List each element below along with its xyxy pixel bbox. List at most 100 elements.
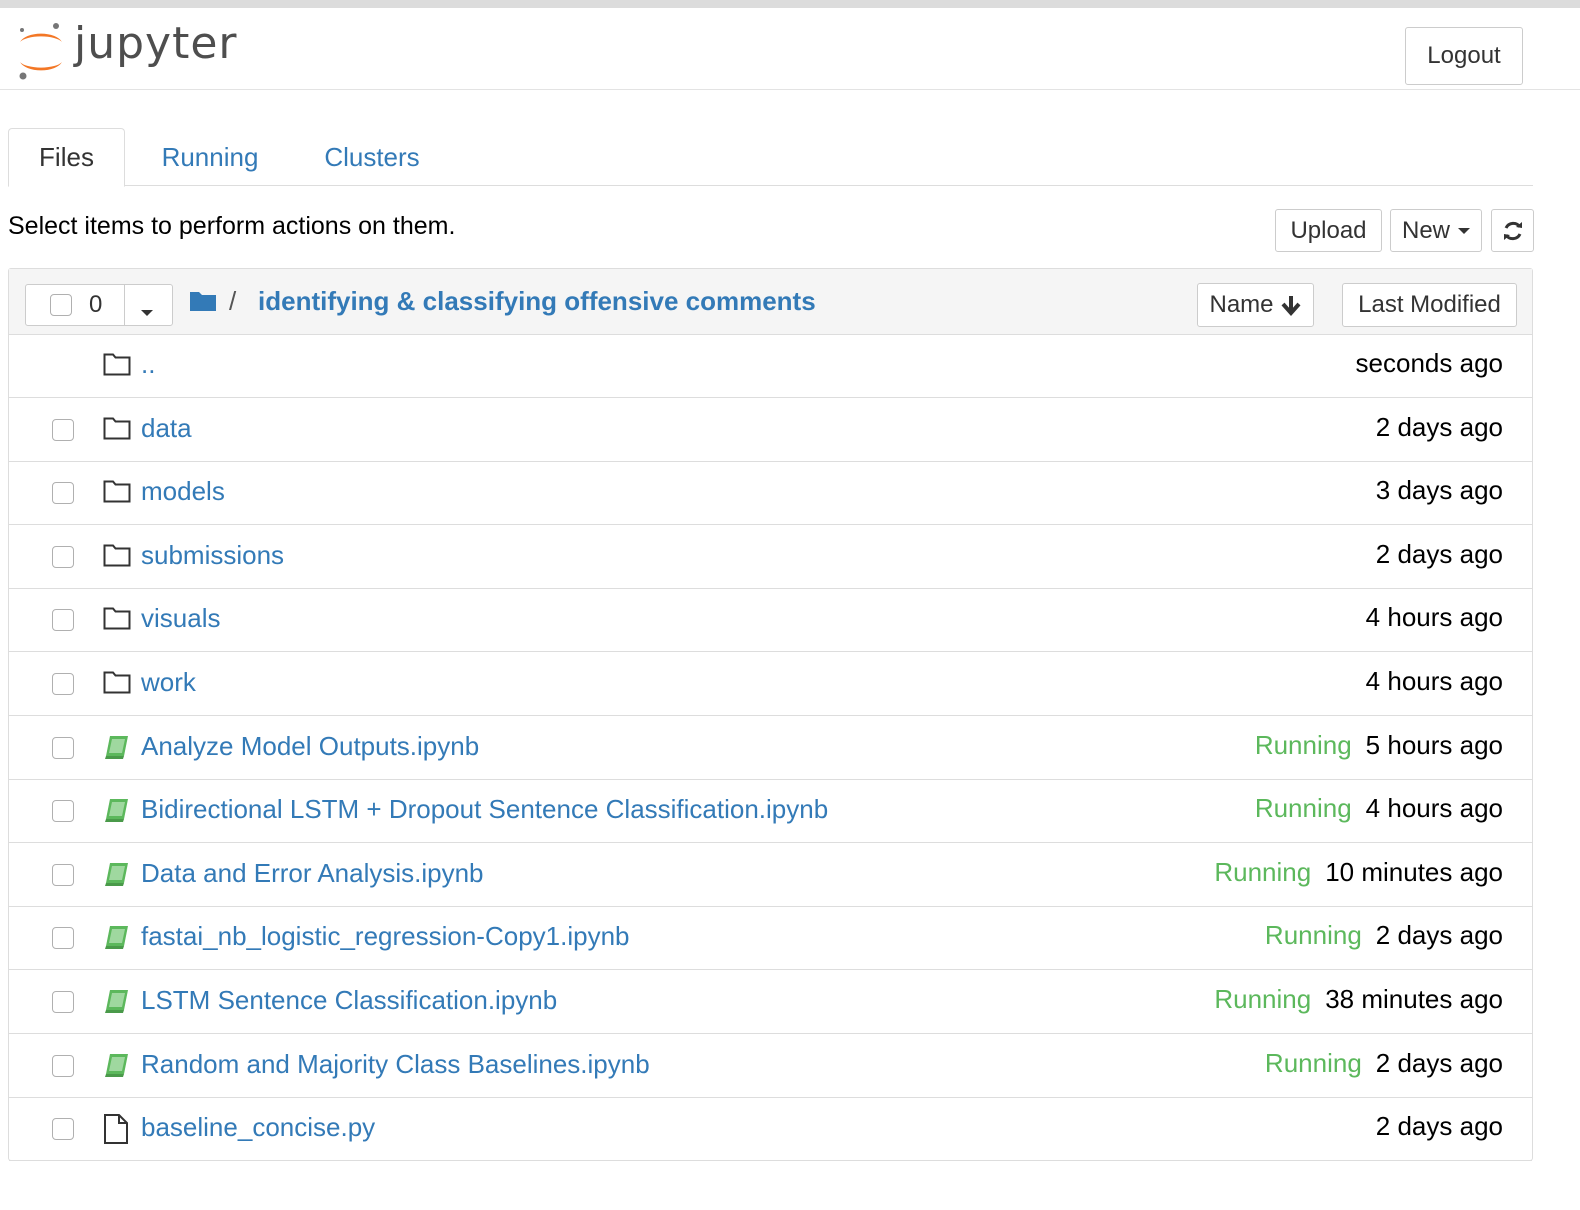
item-modified-time: 2 days ago [1375, 920, 1503, 951]
item-name-link[interactable]: work [141, 667, 196, 698]
tab-files[interactable]: Files [8, 128, 125, 187]
notebook-icon [103, 860, 131, 888]
item-name-link[interactable]: models [141, 476, 225, 507]
item-checkbox[interactable] [52, 800, 74, 823]
item-name-link[interactable]: baseline_concise.py [141, 1112, 375, 1143]
file-icon [103, 1114, 131, 1145]
item-checkbox[interactable] [52, 1118, 74, 1141]
running-indicator: Running [1254, 729, 1352, 760]
running-indicator: Running [1214, 984, 1312, 1014]
item-checkbox[interactable] [52, 418, 74, 441]
item-name-link[interactable]: Analyze Model Outputs.ipynb [141, 731, 479, 762]
item-modified-time: 4 hours ago [1365, 602, 1503, 633]
item-checkbox[interactable] [52, 736, 74, 759]
item-modified-time: 2 days ago [1375, 538, 1503, 569]
item-name-link[interactable]: fastai_nb_logistic_regression-Copy1.ipyn… [141, 921, 630, 952]
caret-down-icon [141, 310, 153, 316]
new-dropdown-button[interactable]: New [1390, 209, 1482, 252]
folder-icon [103, 669, 131, 697]
item-modified-time: 2 days ago [1375, 1047, 1503, 1078]
item-name-link[interactable]: Data and Error Analysis.ipynb [141, 858, 484, 889]
folder-solid-icon[interactable] [189, 289, 217, 313]
folder-icon [103, 415, 131, 443]
new-button-label: New [1401, 216, 1450, 244]
refresh-button[interactable] [1491, 209, 1534, 252]
item-checkbox[interactable] [52, 863, 74, 886]
select-all-checkbox[interactable] [50, 294, 72, 316]
selected-count: 0 [89, 291, 103, 318]
upload-button[interactable]: Upload [1275, 209, 1382, 252]
breadcrumb-current-folder[interactable]: identifying & classifying offensive comm… [258, 286, 816, 317]
jupyter-logo-icon [19, 23, 62, 80]
file-list: 0 / identifying & classifying offensive … [8, 268, 1533, 1162]
logout-button[interactable]: Logout [1405, 27, 1523, 85]
list-item[interactable]: LSTM Sentence Classification.ipynb Runnin… [9, 971, 1532, 1034]
header-bar: jupyter Logout [0, 8, 1580, 90]
list-item[interactable]: Data and Error Analysis.ipynb Running 10 m… [9, 844, 1532, 907]
list-item[interactable]: submissions 2 days ago [9, 526, 1532, 589]
notebook-icon [103, 987, 131, 1015]
item-checkbox[interactable] [52, 673, 74, 695]
item-meta: Running 2 days ago [1265, 920, 1503, 951]
select-dropdown-toggle[interactable] [141, 303, 153, 321]
logo-text: jupyter [74, 18, 238, 69]
running-indicator: Running [1214, 856, 1312, 887]
item-checkbox[interactable] [52, 482, 74, 505]
caret-down-icon [1458, 227, 1470, 234]
item-checkbox[interactable] [52, 927, 74, 950]
item-checkbox[interactable] [52, 545, 74, 568]
item-meta: Running 4 hours ago [1255, 793, 1503, 824]
list-item[interactable]: work 4 hours ago [9, 653, 1532, 716]
tab-bar: Files Running Clusters [8, 128, 1533, 187]
list-item[interactable]: data 2 days ago [9, 399, 1532, 462]
file-list-header: 0 / identifying & classifying offensive … [9, 269, 1532, 335]
item-meta: Running 5 hours ago [1255, 730, 1503, 761]
item-checkbox[interactable] [52, 609, 74, 632]
sort-by-name-button[interactable]: Name [1197, 283, 1314, 327]
list-item[interactable]: Analyze Model Outputs.ipynb Running 5 hour… [9, 717, 1532, 780]
item-name-link[interactable]: .. [141, 349, 155, 380]
list-item[interactable]: Random and Majority Class Baselines.ipyn… [9, 1035, 1532, 1098]
list-item[interactable]: models 3 days ago [9, 462, 1532, 526]
list-item[interactable]: .. seconds ago [9, 335, 1532, 398]
folder-icon [103, 542, 131, 570]
item-meta: 4 hours ago [1366, 602, 1503, 633]
item-modified-time: 2 days ago [1375, 411, 1503, 442]
item-checkbox[interactable] [52, 1054, 74, 1077]
item-name-link[interactable]: visuals [141, 603, 220, 634]
list-item[interactable]: Bidirectional LSTM + Dropout Sentence Cl… [9, 780, 1532, 844]
tab-clusters[interactable]: Clusters [322, 128, 422, 186]
item-name-link[interactable]: Random and Majority Class Baselines.ipyn… [141, 1049, 650, 1080]
item-checkbox[interactable] [52, 991, 74, 1013]
item-name-link[interactable]: LSTM Sentence Classification.ipynb [141, 985, 557, 1016]
running-indicator: Running [1264, 1047, 1362, 1078]
item-meta: seconds ago [1356, 348, 1503, 379]
item-meta: 2 days ago [1376, 1111, 1503, 1142]
item-name-link[interactable]: submissions [141, 540, 284, 571]
list-item[interactable]: fastai_nb_logistic_regression-Copy1.ipyn… [9, 907, 1532, 971]
item-meta: Running 38 minutes ago [1214, 984, 1503, 1015]
item-meta: Running 2 days ago [1265, 1048, 1503, 1079]
notebook-icon [103, 1051, 131, 1079]
item-modified-time: 4 hours ago [1365, 666, 1503, 696]
sort-by-last-modified-button[interactable]: Last Modified [1342, 283, 1517, 327]
item-name-link[interactable]: data [141, 413, 192, 444]
folder-icon [103, 478, 131, 506]
list-item[interactable]: visuals 4 hours ago [9, 589, 1532, 653]
tab-running[interactable]: Running [160, 128, 260, 186]
notebook-icon [103, 796, 131, 824]
breadcrumb-separator: / [229, 286, 237, 316]
item-modified-time: seconds ago [1355, 348, 1503, 378]
select-group-divider [124, 285, 125, 325]
item-meta: 4 hours ago [1366, 666, 1503, 697]
arrow-down-icon [1281, 296, 1301, 316]
item-meta: 3 days ago [1376, 475, 1503, 506]
running-indicator: Running [1254, 793, 1352, 824]
list-item[interactable]: baseline_concise.py 2 days ago [9, 1098, 1532, 1162]
jupyter-logo[interactable]: jupyter [14, 18, 254, 84]
item-name-link[interactable]: Bidirectional LSTM + Dropout Sentence Cl… [141, 794, 828, 825]
notebook-icon [103, 923, 131, 951]
refresh-icon [1503, 221, 1522, 240]
running-indicator: Running [1264, 920, 1362, 951]
browser-top-strip [0, 0, 1580, 8]
